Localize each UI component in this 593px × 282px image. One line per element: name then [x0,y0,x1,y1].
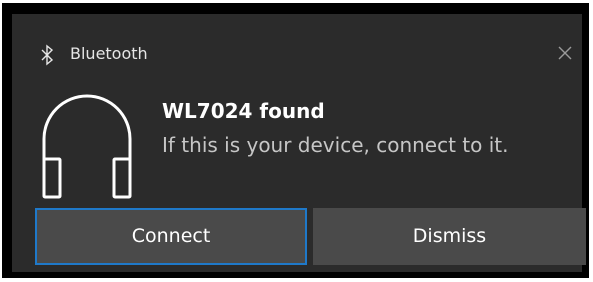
bluetooth-icon [40,44,54,66]
dismiss-button[interactable]: Dismiss [313,208,586,265]
close-icon[interactable] [554,42,576,64]
bluetooth-notification-toast: Bluetooth WL7024 found If this is your d… [12,14,586,272]
notification-message: If this is your device, connect to it. [162,133,509,157]
app-name: Bluetooth [70,44,148,63]
notification-frame: Bluetooth WL7024 found If this is your d… [2,3,589,278]
headphones-icon [36,87,138,202]
connect-button[interactable]: Connect [35,208,307,265]
notification-title: WL7024 found [162,99,325,123]
